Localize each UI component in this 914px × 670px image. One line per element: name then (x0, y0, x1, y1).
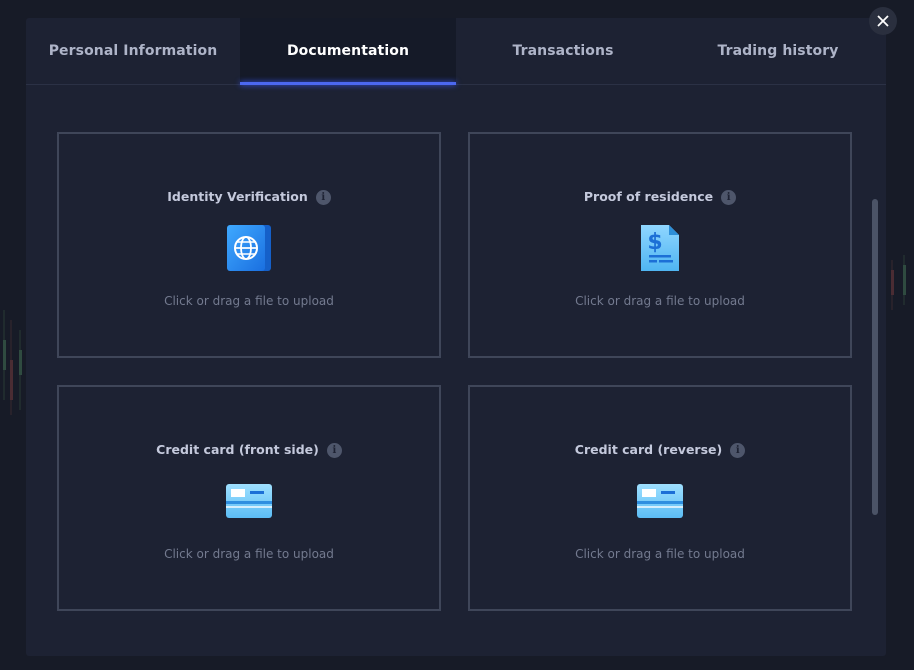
card-title-text: Credit card (reverse) (574, 442, 723, 457)
tab-bar: Personal Information Documentation Trans… (26, 18, 886, 85)
scrollbar-thumb[interactable] (872, 199, 878, 515)
credit-card-front-icon (59, 477, 439, 525)
tab-label: Documentation (286, 43, 410, 59)
credit-card-reverse-icon (470, 477, 850, 525)
upload-hint: Click or drag a file to upload (164, 547, 334, 561)
close-icon (877, 15, 889, 27)
documentation-panel: Identity Verification i Click or drag a … (26, 85, 886, 656)
upload-hint: Click or drag a file to upload (575, 547, 745, 561)
info-icon[interactable]: i (721, 190, 737, 205)
upload-card-identity[interactable]: Identity Verification i Click or drag a … (57, 132, 441, 358)
card-title-text: Proof of residence (583, 189, 714, 204)
tab-personal-information[interactable]: Personal Information (26, 18, 240, 84)
upload-card-proof-of-residence[interactable]: Proof of residence i $ Click or drag a f… (468, 132, 852, 358)
tab-label: Personal Information (48, 43, 218, 59)
info-icon[interactable]: i (315, 190, 331, 205)
tab-trading-history[interactable]: Trading history (670, 18, 886, 84)
info-icon[interactable]: i (326, 443, 342, 458)
close-button[interactable] (869, 7, 897, 35)
card-title: Credit card (front side) i (59, 442, 439, 458)
passport-icon (59, 224, 439, 272)
tab-documentation[interactable]: Documentation (240, 18, 456, 85)
upload-card-credit-card-reverse[interactable]: Credit card (reverse) i Click or drag a … (468, 385, 852, 611)
tab-transactions[interactable]: Transactions (456, 18, 670, 84)
upload-card-credit-card-front[interactable]: Credit card (front side) i Click or drag… (57, 385, 441, 611)
card-title-text: Credit card (front side) (156, 442, 319, 457)
upload-hint: Click or drag a file to upload (164, 294, 334, 308)
info-icon[interactable]: i (730, 443, 746, 458)
account-modal: Personal Information Documentation Trans… (26, 18, 886, 656)
tab-label: Transactions (512, 43, 614, 59)
card-title-text: Identity Verification (167, 189, 308, 204)
bill-document-icon: $ (470, 224, 850, 272)
upload-hint: Click or drag a file to upload (575, 294, 745, 308)
svg-text:$: $ (647, 230, 662, 255)
tab-label: Trading history (717, 43, 839, 59)
card-title: Identity Verification i (59, 189, 439, 205)
card-title: Credit card (reverse) i (470, 442, 850, 458)
card-title: Proof of residence i (470, 189, 850, 205)
background-chart-right (891, 255, 906, 310)
